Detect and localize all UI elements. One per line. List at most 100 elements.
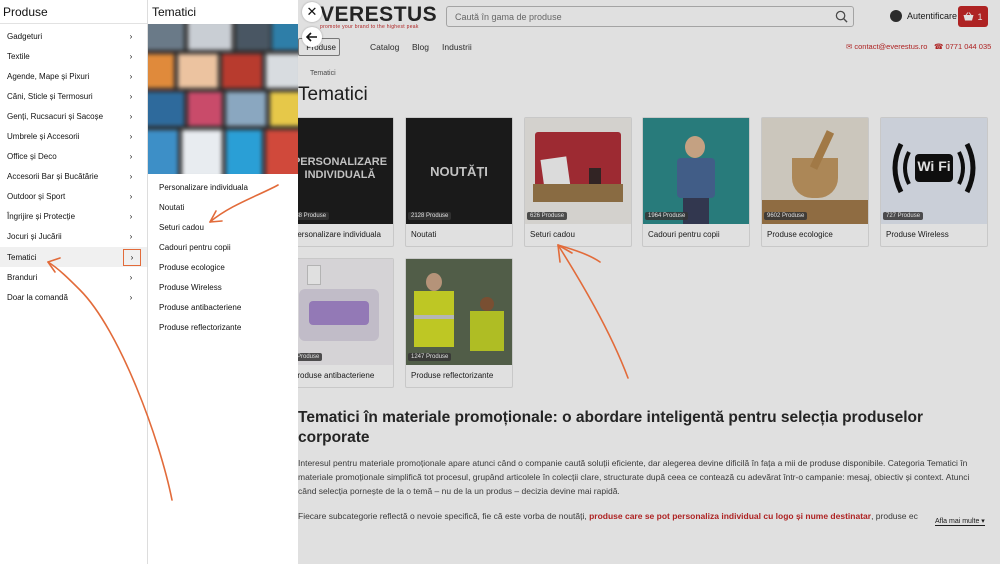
menu-item-textile[interactable]: Textile › xyxy=(0,46,147,66)
submenu-title: Tematici xyxy=(152,5,197,19)
menu-item-tematici[interactable]: Tematici › xyxy=(0,247,147,268)
submenu-banner-image xyxy=(148,24,298,174)
card-image: 1247 Produse xyxy=(406,259,512,365)
nav-bar: Produse Catalog Blog Industrii ✉ contact… xyxy=(298,36,1000,58)
card-title: Noutati xyxy=(411,230,437,239)
chevron-right-icon[interactable]: › xyxy=(123,248,141,266)
cart-button[interactable]: 1 xyxy=(958,6,988,27)
tematici-submenu-panel: Tematici Personalizare individuala Nouta… xyxy=(148,0,298,564)
chevron-right-icon[interactable]: › xyxy=(125,290,137,304)
back-button[interactable] xyxy=(302,27,322,47)
chevron-right-icon[interactable]: › xyxy=(125,150,137,164)
menu-item-cani[interactable]: Căni, Sticle și Termosuri › xyxy=(0,86,147,106)
submenu-item-cadouri-copii[interactable]: Cadouri pentru copii xyxy=(148,237,298,257)
read-more-label: Afla mai multe xyxy=(935,518,980,525)
card-title: Produse antibacteriene xyxy=(292,371,375,380)
chevron-right-icon[interactable]: › xyxy=(125,29,137,43)
card-reflectorizante[interactable]: 1247 Produse Produse reflectorizante xyxy=(405,258,513,388)
submenu-item-antibacteriene[interactable]: Produse antibacteriene xyxy=(148,298,298,318)
chevron-right-icon[interactable]: › xyxy=(125,69,137,83)
menu-item-label: Outdoor și Sport xyxy=(7,192,66,202)
contact-email[interactable]: ✉ contact@everestus.ro xyxy=(846,42,927,51)
card-image: PERSONALIZARE INDIVIDUALĂ 388 Produse xyxy=(287,118,393,224)
menu-item-umbrele[interactable]: Umbrele și Accesorii › xyxy=(0,126,147,146)
menu-item-label: Căni, Sticle și Termosuri xyxy=(7,91,93,101)
card-ecologice[interactable]: 9602 Produse Produse ecologice xyxy=(761,117,869,247)
card-antibacteriene[interactable]: 1 Produse Produse antibacteriene xyxy=(286,258,394,388)
card-overlay-text: PERSONALIZARE INDIVIDUALĂ xyxy=(292,156,388,181)
card-count: 2128 Produse xyxy=(408,212,452,220)
menu-item-outdoor[interactable]: Outdoor și Sport › xyxy=(0,187,147,207)
menu-item-label: Accesorii Bar și Bucătărie xyxy=(7,172,99,182)
chevron-right-icon[interactable]: › xyxy=(125,170,137,184)
search-box[interactable] xyxy=(446,6,854,27)
card-count: 9602 Produse xyxy=(764,212,808,220)
chevron-right-icon[interactable]: › xyxy=(125,89,137,103)
chevron-right-icon[interactable]: › xyxy=(125,49,137,63)
arrow-left-icon xyxy=(306,32,317,42)
menu-item-label: Office și Deco xyxy=(7,152,57,162)
card-noutati[interactable]: NOUTĂȚI 2128 Produse Noutati xyxy=(405,117,513,247)
card-seturi-cadou[interactable]: 626 Produse Seturi cadou xyxy=(524,117,632,247)
close-icon: ✕ xyxy=(306,4,318,19)
submenu-item-wireless[interactable]: Produse Wireless xyxy=(148,277,298,297)
card-image: Wi Fi 727 Produse xyxy=(881,118,987,224)
submenu-item-personalizare[interactable]: Personalizare individuala xyxy=(148,177,298,197)
login-link[interactable]: Autentificare xyxy=(890,10,957,22)
card-wireless[interactable]: Wi Fi 727 Produse Produse Wireless xyxy=(880,117,988,247)
menu-list: Gadgeturi › Textile › Agende, Mape și Pixu… xyxy=(0,24,147,307)
menu-item-genti[interactable]: Genți, Rucsacuri și Sacoșe › xyxy=(0,106,147,126)
close-menu-button[interactable]: ✕ xyxy=(302,2,322,22)
section-title: Tematici în materiale promoționale: o ab… xyxy=(298,409,924,446)
menu-item-jocuri[interactable]: Jocuri și Jucării › xyxy=(0,227,147,247)
contact-phone[interactable]: ☎ 0771 044 035 xyxy=(934,42,991,51)
menu-item-office[interactable]: Office și Deco › xyxy=(0,147,147,167)
menu-item-label: Jocuri și Jucării xyxy=(7,232,62,242)
chevron-right-icon[interactable]: › xyxy=(125,230,137,244)
card-title: Cadouri pentru copii xyxy=(648,230,720,239)
submenu-item-seturi-cadou[interactable]: Seturi cadou xyxy=(148,217,298,237)
card-count: 727 Produse xyxy=(883,212,924,220)
search-icon[interactable] xyxy=(835,10,848,23)
contact-phone-text: 0771 044 035 xyxy=(945,42,992,51)
login-label: Autentificare xyxy=(907,11,958,21)
chevron-right-icon[interactable]: › xyxy=(125,190,137,204)
search-input[interactable] xyxy=(447,7,817,27)
menu-item-agende[interactable]: Agende, Mape și Pixuri › xyxy=(0,66,147,86)
card-cadouri-copii[interactable]: 1964 Produse Cadouri pentru copii xyxy=(642,117,750,247)
chevron-right-icon[interactable]: › xyxy=(125,210,137,224)
menu-item-doar-la-comanda[interactable]: Doar la comandă › xyxy=(0,287,147,307)
breadcrumb[interactable]: Tematici xyxy=(310,70,336,77)
menu-item-ingrijire[interactable]: Îngrijire și Protecție › xyxy=(0,207,147,227)
menu-item-label: Textile xyxy=(7,51,30,61)
read-more-link[interactable]: Afla mai multe ▾ xyxy=(935,517,985,526)
user-icon xyxy=(890,10,902,22)
menu-title: Produse xyxy=(0,0,147,24)
card-overlay-text: NOUTĂȚI xyxy=(430,164,488,179)
section-paragraph: Interesul pentru materiale promoționale … xyxy=(298,458,970,496)
menu-item-branduri[interactable]: Branduri › xyxy=(0,267,147,287)
card-image: 9602 Produse xyxy=(762,118,868,224)
submenu-item-ecologice[interactable]: Produse ecologice xyxy=(148,257,298,277)
personalizare-link[interactable]: produse care se pot personaliza individu… xyxy=(589,511,871,521)
nav-industrii[interactable]: Industrii xyxy=(442,42,472,52)
card-title: Seturi cadou xyxy=(530,230,575,239)
card-title: Produse ecologice xyxy=(767,230,833,239)
card-title: Produse reflectorizante xyxy=(411,371,494,380)
chevron-right-icon[interactable]: › xyxy=(125,109,137,123)
basket-icon xyxy=(963,12,974,21)
nav-catalog[interactable]: Catalog xyxy=(370,42,399,52)
nav-blog[interactable]: Blog xyxy=(412,42,429,52)
card-image: 1 Produse xyxy=(287,259,393,365)
card-title: Personalizare individuala xyxy=(292,230,381,239)
submenu-item-reflectorizante[interactable]: Produse reflectorizante xyxy=(148,318,298,338)
chevron-right-icon[interactable]: › xyxy=(125,129,137,143)
products-menu-panel: Produse Gadgeturi › Textile › Agende, Mape… xyxy=(0,0,148,564)
contact-email-text: contact@everestus.ro xyxy=(854,42,928,51)
card-personalizare[interactable]: PERSONALIZARE INDIVIDUALĂ 388 Produse Pe… xyxy=(286,117,394,247)
section-paragraph-2: Fiecare subcategorie reflectă o nevoie s… xyxy=(298,509,918,523)
chevron-right-icon[interactable]: › xyxy=(125,270,137,284)
submenu-item-noutati[interactable]: Noutati xyxy=(148,197,298,217)
menu-item-bar[interactable]: Accesorii Bar și Bucătărie › xyxy=(0,167,147,187)
menu-item-gadgeturi[interactable]: Gadgeturi › xyxy=(0,26,147,46)
